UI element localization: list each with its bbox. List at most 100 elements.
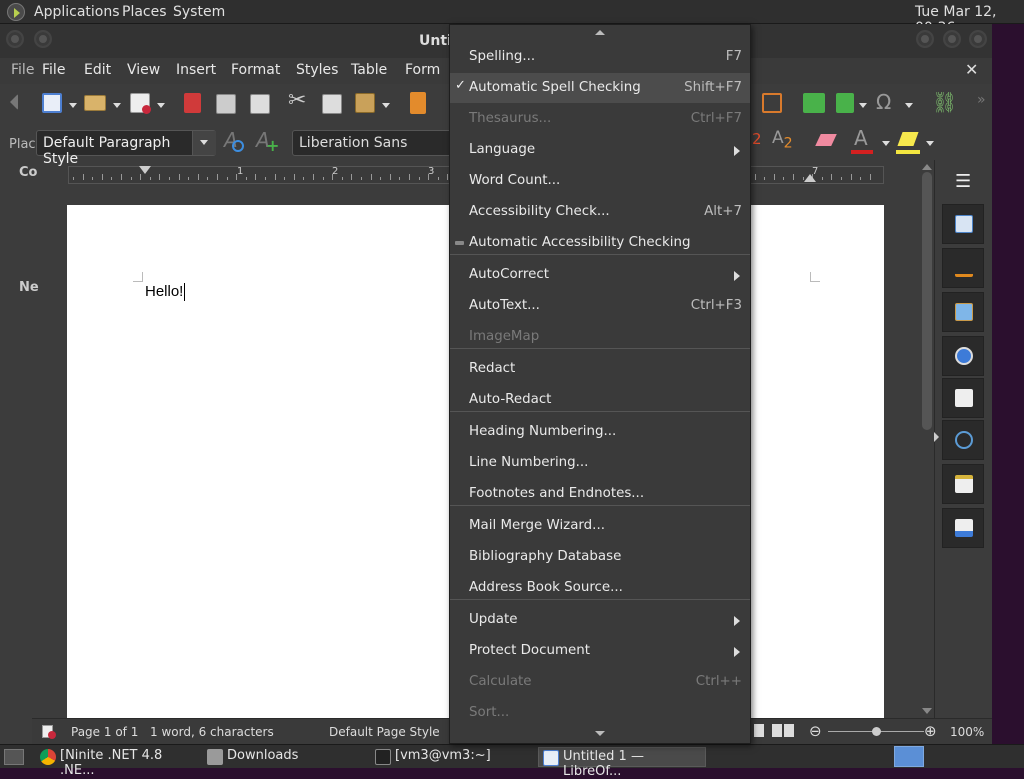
chevron-down-icon[interactable] [382, 103, 390, 108]
chevron-down-icon[interactable] [905, 103, 913, 108]
page-style[interactable]: Default Page Style [329, 725, 440, 739]
menu-item-autotext[interactable]: AutoText... Ctrl+F3 [450, 291, 750, 321]
menu-item-automatic-spell-checking[interactable]: ✓ Automatic Spell Checking Shift+F7 [450, 73, 750, 103]
clear-formatting-icon[interactable] [815, 134, 837, 146]
word-count[interactable]: 1 word, 6 characters [150, 725, 274, 739]
superscript-icon[interactable]: 2 [752, 130, 762, 148]
menu-scroll-down-icon[interactable] [595, 731, 605, 736]
ruler-tick [92, 177, 94, 180]
gnome-menu-icon[interactable] [7, 3, 25, 21]
menu-format[interactable]: Format [231, 62, 280, 78]
chevron-down-icon[interactable] [859, 103, 867, 108]
copy-icon[interactable] [322, 94, 342, 114]
workspace-switcher[interactable] [894, 746, 924, 767]
sidebar-collapse-icon[interactable] [934, 432, 939, 442]
document-text[interactable]: Hello! [145, 283, 183, 300]
menu-item-protect-document[interactable]: Protect Document [450, 636, 750, 666]
sidebar-accessibility-button[interactable] [942, 508, 984, 548]
subscript-icon[interactable]: A2 [772, 128, 793, 151]
zoom-level[interactable]: 100% [950, 725, 984, 739]
menu-file[interactable]: File [42, 62, 65, 78]
menu-edit[interactable]: Edit [84, 62, 111, 78]
cut-icon[interactable]: ✂ [288, 88, 306, 113]
hyperlink-icon[interactable]: ⛓ [932, 90, 957, 114]
menu-styles[interactable]: Styles [296, 62, 338, 78]
chevron-down-icon[interactable] [926, 141, 934, 146]
zoom-in-icon[interactable]: ⊕ [924, 722, 937, 740]
paragraph-style-combo[interactable]: Default Paragraph Style [36, 130, 216, 167]
menu-item-redact[interactable]: Redact [450, 354, 750, 384]
open-folder-icon[interactable] [84, 95, 106, 111]
sidebar-manage-changes-button[interactable] [942, 464, 984, 504]
export-pdf-icon[interactable] [184, 93, 201, 113]
font-name-combo[interactable]: Liberation Sans [292, 130, 452, 156]
menu-scroll-up-icon[interactable] [595, 30, 605, 35]
menu-item-accessibility-check[interactable]: Accessibility Check... Alt+7 [450, 197, 750, 227]
clone-formatting-icon[interactable] [410, 92, 426, 114]
sidebar-menu-icon[interactable]: ☰ [955, 171, 971, 192]
fontwork-icon[interactable] [762, 93, 782, 113]
font-color-icon[interactable]: A [854, 126, 868, 150]
chevron-down-icon[interactable] [69, 103, 77, 108]
window-menu-button[interactable] [6, 30, 24, 48]
menu-item-word-count[interactable]: Word Count... [450, 166, 750, 196]
paste-icon[interactable] [355, 93, 375, 113]
menu-item-spelling[interactable]: Spelling... F7 [450, 42, 750, 72]
window-shade-button[interactable] [34, 30, 52, 48]
close-window-button[interactable] [969, 30, 987, 48]
crop-mark [133, 272, 143, 282]
system-menu[interactable]: System [173, 4, 225, 20]
chevron-down-icon[interactable] [157, 103, 165, 108]
scroll-up-icon[interactable] [922, 164, 932, 170]
ruler-tick [245, 177, 247, 180]
single-page-view-icon[interactable] [754, 724, 764, 737]
menu-form[interactable]: Form [405, 62, 440, 78]
print-icon[interactable] [216, 94, 236, 114]
menu-item-language[interactable]: Language [450, 135, 750, 165]
menu-item-bibliography-database[interactable]: Bibliography Database [450, 542, 750, 572]
styles-icon [955, 259, 973, 277]
places-menu[interactable]: Places [122, 4, 167, 20]
zoom-out-icon[interactable]: ⊖ [809, 722, 822, 740]
show-desktop-icon[interactable] [4, 749, 24, 765]
menu-item-update[interactable]: Update [450, 605, 750, 635]
special-character-icon[interactable]: Ω [876, 90, 891, 114]
applications-menu[interactable]: Applications [34, 4, 120, 20]
menu-item-heading-numbering[interactable]: Heading Numbering... [450, 417, 750, 447]
sidebar-page-button[interactable] [942, 378, 984, 418]
insert-list-icon[interactable] [836, 93, 854, 113]
task-writer[interactable]: Untitled 1 — LibreOf... [538, 747, 706, 779]
page-count[interactable]: Page 1 of 1 [71, 725, 138, 739]
maximize-button[interactable] [943, 30, 961, 48]
task-downloads[interactable]: Downloads [203, 747, 343, 767]
chevron-down-icon[interactable] [882, 141, 890, 146]
highlighter-icon[interactable] [897, 132, 919, 146]
sidebar-properties-button[interactable] [942, 204, 984, 244]
sidebar-style-inspector-button[interactable] [942, 420, 984, 460]
multi-page-view-icon[interactable] [772, 724, 794, 737]
sidebar-gallery-button[interactable] [942, 292, 984, 332]
zoom-slider-knob[interactable] [872, 727, 881, 736]
back-arrow-icon[interactable] [10, 94, 18, 110]
task-ninite[interactable]: [Ninite .NET 4.8 .NE... [36, 747, 198, 778]
scroll-down-icon[interactable] [922, 708, 932, 714]
insert-row-icon[interactable] [803, 93, 825, 113]
sidebar-navigator-button[interactable] [942, 336, 984, 376]
paragraph-style-dropdown-button[interactable] [192, 131, 216, 155]
menu-table[interactable]: Table [351, 62, 387, 78]
menu-view[interactable]: View [127, 62, 160, 78]
toolbar-overflow-icon[interactable]: » [977, 92, 986, 108]
print-preview-icon[interactable] [250, 94, 270, 114]
chevron-down-icon[interactable] [113, 103, 121, 108]
menu-item-line-numbering[interactable]: Line Numbering... [450, 448, 750, 478]
task-terminal[interactable]: [vm3@vm3:~] [371, 747, 535, 767]
menu-insert[interactable]: Insert [176, 62, 216, 78]
menu-item-autocorrect[interactable]: AutoCorrect [450, 260, 750, 290]
scrollbar-thumb[interactable] [922, 172, 932, 430]
minimize-button[interactable] [916, 30, 934, 48]
close-document-icon[interactable]: ✕ [965, 60, 978, 79]
menu-item-mail-merge-wizard[interactable]: Mail Merge Wizard... [450, 511, 750, 541]
sidebar-styles-button[interactable] [942, 248, 984, 288]
indent-marker-icon[interactable] [139, 166, 151, 182]
new-document-icon[interactable] [42, 93, 62, 113]
